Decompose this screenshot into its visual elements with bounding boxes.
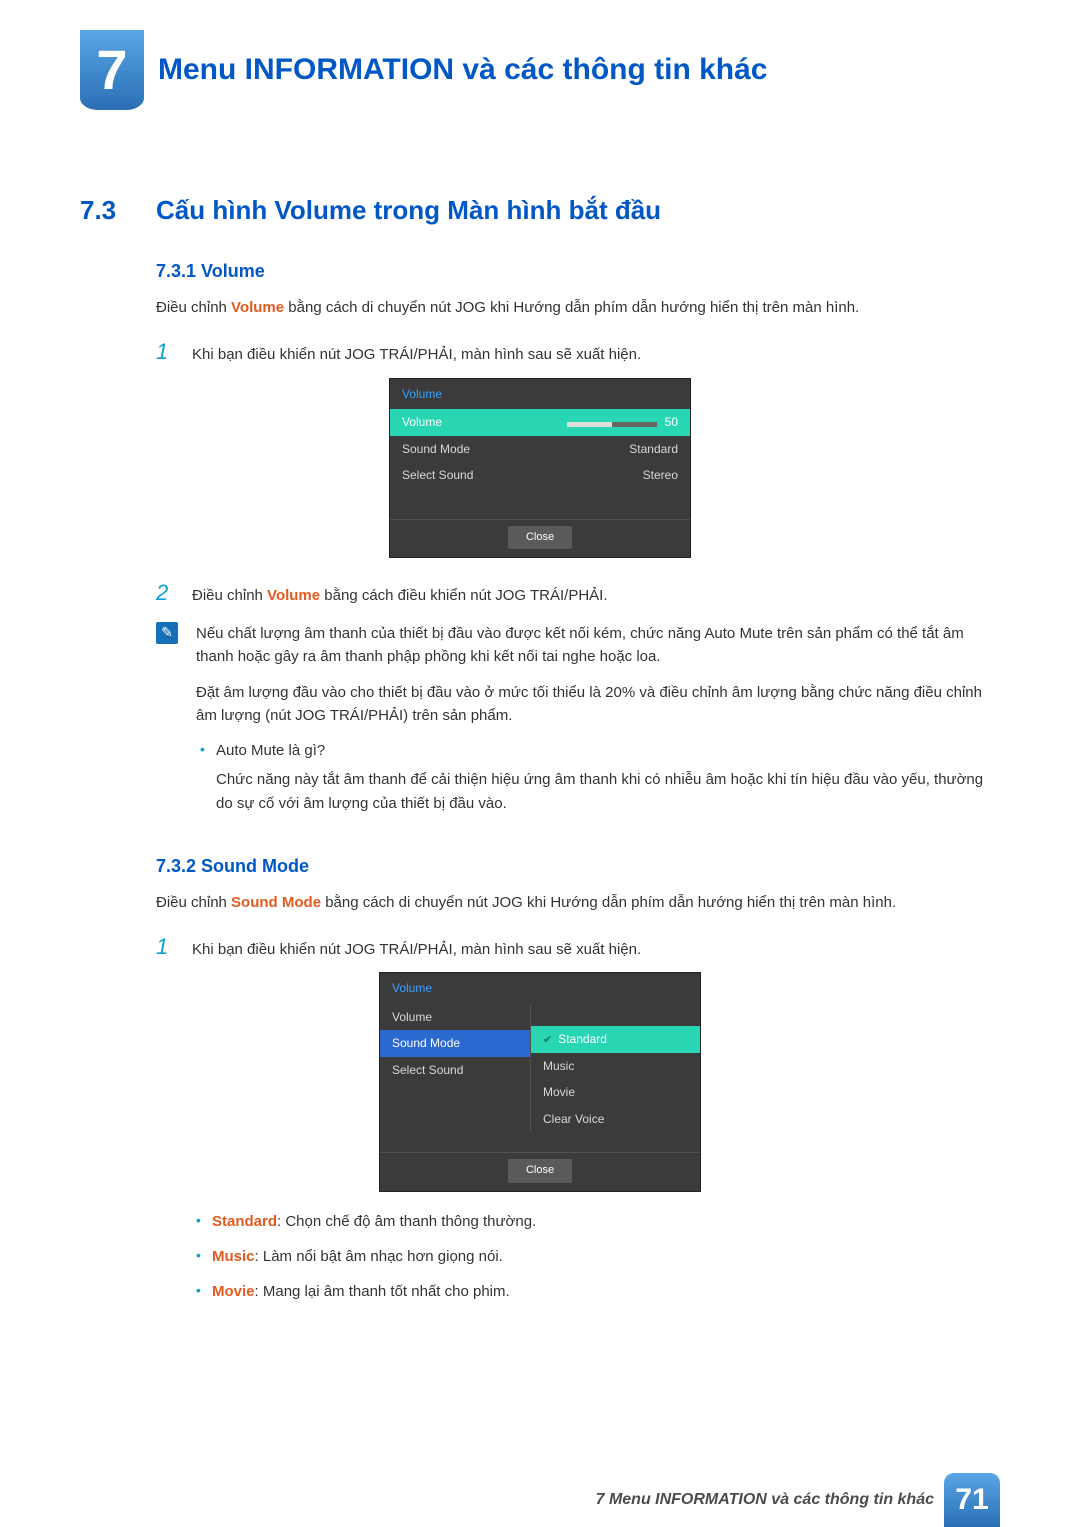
volume-highlight: Volume bbox=[267, 587, 320, 604]
osd-row-selectsound: Select Sound Stereo bbox=[390, 462, 690, 489]
section-title: Cấu hình Volume trong Màn hình bắt đầu bbox=[156, 190, 661, 230]
osd-label: Select Sound bbox=[392, 1061, 463, 1080]
volume-intro: Điều chỉnh Volume bằng cách di chuyển nú… bbox=[156, 296, 1000, 319]
text: Điều chỉnh bbox=[156, 299, 231, 316]
text: Điều chỉnh bbox=[156, 894, 231, 911]
osd-close-row: Close bbox=[390, 519, 690, 557]
osd-option-music: Music bbox=[531, 1053, 700, 1080]
mode-desc: : Mang lại âm thanh tốt nhất cho phim. bbox=[255, 1283, 510, 1300]
volume-highlight: Volume bbox=[231, 299, 284, 316]
step-number: 1 bbox=[156, 930, 174, 964]
step-text: Khi bạn điều khiển nút JOG TRÁI/PHẢI, mà… bbox=[192, 938, 641, 961]
mode-label: Music bbox=[212, 1248, 255, 1265]
osd-left-soundmode: Sound Mode bbox=[380, 1030, 530, 1057]
step-text: Khi bạn điều khiển nút JOG TRÁI/PHẢI, mà… bbox=[192, 343, 641, 366]
soundmode-intro: Điều chỉnh Sound Mode bằng cách di chuyể… bbox=[156, 891, 1000, 914]
step-text: Điều chỉnh Volume bằng cách điều khiển n… bbox=[192, 584, 608, 607]
text: bằng cách di chuyển nút JOG khi Hướng dẫ… bbox=[321, 894, 896, 911]
step-number: 1 bbox=[156, 335, 174, 369]
osd-label: Volume bbox=[392, 1008, 432, 1027]
osd-option-clearvoice: Clear Voice bbox=[531, 1106, 700, 1133]
mode-movie: Movie: Mang lại âm thanh tốt nhất cho ph… bbox=[192, 1280, 1000, 1303]
step-2-row: 2 Điều chỉnh Volume bằng cách điều khiển… bbox=[156, 576, 1000, 610]
section-heading: 7.3 Cấu hình Volume trong Màn hình bắt đ… bbox=[80, 190, 1000, 230]
osd-label: Select Sound bbox=[402, 466, 473, 485]
mode-standard: Standard: Chọn chế độ âm thanh thông thư… bbox=[192, 1210, 1000, 1233]
osd-label: Volume bbox=[402, 413, 442, 432]
osd-value: Standard bbox=[629, 440, 678, 459]
note-icon: ✎ bbox=[156, 622, 178, 644]
osd-soundmode-panel: Volume Volume Sound Mode Select Sound St… bbox=[379, 972, 701, 1191]
text: bằng cách di chuyển nút JOG khi Hướng dẫ… bbox=[284, 299, 859, 316]
osd-label: Sound Mode bbox=[392, 1034, 460, 1053]
mode-desc: : Chọn chế độ âm thanh thông thường. bbox=[277, 1213, 536, 1230]
osd-label: Sound Mode bbox=[402, 440, 470, 459]
osd-row-soundmode: Sound Mode Standard bbox=[390, 436, 690, 463]
note-bullet: Auto Mute là gì? Chức năng này tắt âm th… bbox=[196, 739, 1000, 815]
step-1-row: 1 Khi bạn điều khiển nút JOG TRÁI/PHẢI, … bbox=[156, 335, 1000, 369]
osd-title: Volume bbox=[390, 379, 690, 410]
note-block: ✎ Nếu chất lượng âm thanh của thiết bị đ… bbox=[156, 622, 1000, 825]
osd-value: 50 bbox=[665, 413, 678, 432]
page-footer: 7 Menu INFORMATION và các thông tin khác… bbox=[596, 1473, 1000, 1527]
chapter-number-badge: 7 bbox=[80, 30, 144, 110]
chapter-title: Menu INFORMATION và các thông tin khác bbox=[158, 47, 768, 94]
soundmode-options-list: Standard: Chọn chế độ âm thanh thông thư… bbox=[192, 1210, 1000, 1304]
bullet-answer: Chức năng này tắt âm thanh để cải thiện … bbox=[216, 768, 1000, 815]
osd-volume-panel: Volume Volume 50 Sound Mode Standard Sel… bbox=[389, 378, 691, 558]
note-paragraph: Nếu chất lượng âm thanh của thiết bị đầu… bbox=[196, 622, 1000, 669]
subsection-soundmode-heading: 7.3.2 Sound Mode bbox=[156, 853, 1000, 881]
note-paragraph: Đặt âm lượng đầu vào cho thiết bị đầu và… bbox=[196, 681, 1000, 728]
footer-text: 7 Menu INFORMATION và các thông tin khác bbox=[596, 1488, 944, 1513]
osd-close-button: Close bbox=[508, 1159, 572, 1182]
mode-label: Standard bbox=[212, 1213, 277, 1230]
soundmode-highlight: Sound Mode bbox=[231, 894, 321, 911]
osd-close-button: Close bbox=[508, 526, 572, 549]
text: bằng cách điều khiển nút JOG TRÁI/PHẢI. bbox=[320, 587, 607, 604]
osd-title: Volume bbox=[380, 973, 700, 1004]
soundmode-step1-row: 1 Khi bạn điều khiển nút JOG TRÁI/PHẢI, … bbox=[156, 930, 1000, 964]
subsection-volume-heading: 7.3.1 Volume bbox=[156, 258, 1000, 286]
mode-music: Music: Làm nổi bật âm nhạc hơn giọng nói… bbox=[192, 1245, 1000, 1268]
step-number: 2 bbox=[156, 576, 174, 610]
mode-label: Movie bbox=[212, 1283, 255, 1300]
osd-left-selectsound: Select Sound bbox=[380, 1057, 530, 1084]
osd-left-volume: Volume bbox=[380, 1004, 530, 1031]
osd-row-volume: Volume 50 bbox=[390, 409, 690, 436]
footer-page-number: 71 bbox=[944, 1473, 1000, 1527]
osd-option-standard: Standard bbox=[531, 1026, 700, 1053]
bullet-question: Auto Mute là gì? bbox=[216, 739, 1000, 762]
osd-value: Stereo bbox=[643, 466, 678, 485]
osd-close-row: Close bbox=[380, 1152, 700, 1190]
text: Điều chỉnh bbox=[192, 587, 267, 604]
volume-bar bbox=[567, 422, 657, 427]
section-number: 7.3 bbox=[80, 190, 134, 230]
mode-desc: : Làm nổi bật âm nhạc hơn giọng nói. bbox=[255, 1248, 503, 1265]
chapter-header: 7 Menu INFORMATION và các thông tin khác bbox=[80, 30, 1000, 110]
osd-option-movie: Movie bbox=[531, 1079, 700, 1106]
